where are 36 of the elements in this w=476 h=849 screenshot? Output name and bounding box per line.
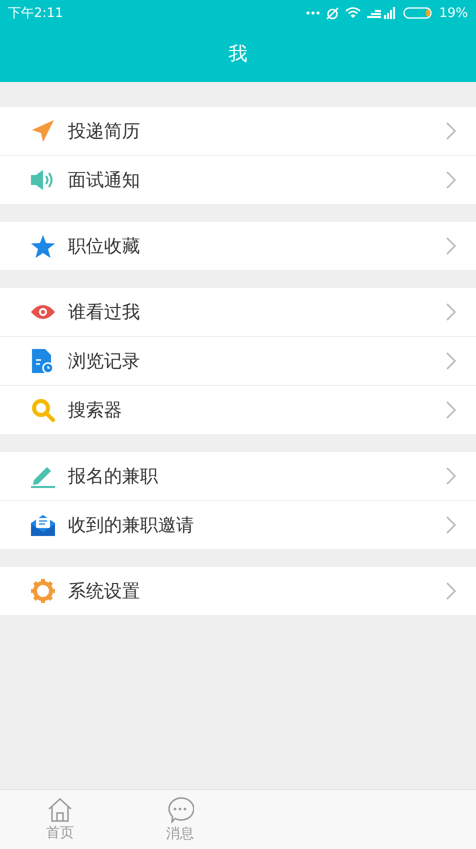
chevron-icon xyxy=(446,467,456,485)
chevron-icon xyxy=(446,401,456,419)
search-icon xyxy=(31,398,55,422)
menu-item[interactable]: 系统设置 xyxy=(0,567,476,615)
chevron-icon xyxy=(446,171,456,189)
chevron-icon xyxy=(446,352,456,370)
status-time: 下午2:11 xyxy=(8,5,64,22)
menu-item[interactable]: 投递简历 xyxy=(0,107,476,155)
chevron-icon xyxy=(446,303,456,321)
eye-icon xyxy=(30,304,56,320)
chat-bubble-icon xyxy=(166,796,194,822)
chevron-icon xyxy=(446,122,456,140)
menu-item[interactable]: 职位收藏 xyxy=(0,222,476,270)
menu-item[interactable]: 收到的兼职邀请 xyxy=(0,500,476,549)
wifi-icon xyxy=(345,7,362,19)
battery-icon xyxy=(403,7,434,19)
page-title: 我 xyxy=(228,42,248,67)
chevron-icon xyxy=(446,237,456,255)
dots-icon xyxy=(306,11,320,15)
menu-item[interactable]: 谁看过我 xyxy=(0,288,476,336)
chevron-icon xyxy=(446,582,456,600)
star-icon xyxy=(31,234,55,258)
menu-item[interactable]: 面试通知 xyxy=(0,155,476,204)
signal-icon xyxy=(367,7,398,19)
chevron-icon xyxy=(446,516,456,534)
document-clock-icon xyxy=(31,348,55,374)
battery-percent: 19% xyxy=(439,6,468,20)
gear-icon xyxy=(31,579,55,603)
menu-item[interactable]: 报名的兼职 xyxy=(0,452,476,500)
alarm-off-icon xyxy=(326,6,340,20)
paper-plane-icon xyxy=(31,119,55,143)
menu-item[interactable]: 搜索器 xyxy=(0,385,476,434)
pencil-icon xyxy=(30,464,56,488)
envelope-icon xyxy=(30,513,56,537)
menu-item[interactable]: 浏览记录 xyxy=(0,336,476,385)
home-icon xyxy=(47,798,73,822)
